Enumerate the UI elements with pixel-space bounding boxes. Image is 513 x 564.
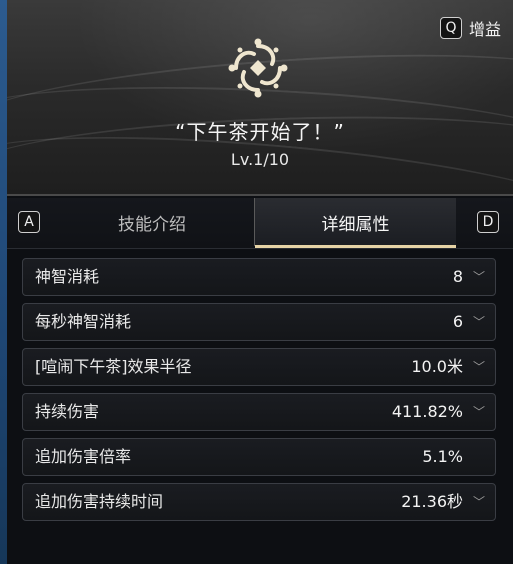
attribute-value: 21.36秒 bbox=[401, 492, 463, 511]
tab-label: 详细属性 bbox=[321, 214, 390, 235]
attribute-list: 神智消耗 8 ﹀ 每秒神智消耗 6 ﹀ [喧闹下午茶]效果半径 10.0米 ﹀ … bbox=[22, 258, 496, 528]
attribute-value: 6 bbox=[452, 312, 463, 331]
attribute-label: 追加伤害倍率 bbox=[35, 447, 132, 466]
attribute-row[interactable]: 持续伤害 411.82% ﹀ bbox=[22, 393, 496, 431]
attribute-value: 8 bbox=[452, 267, 463, 286]
attribute-value: 10.0米 bbox=[411, 357, 463, 376]
chevron-down-icon: ﹀ bbox=[472, 315, 485, 329]
chevron-down-icon: ﹀ bbox=[472, 270, 485, 284]
tab-bar: A 技能介绍 详细属性 D bbox=[7, 198, 513, 249]
tab-label: 技能介绍 bbox=[118, 214, 186, 235]
buff-button[interactable]: Q 增益 bbox=[439, 16, 501, 40]
active-tab-indicator bbox=[255, 245, 456, 248]
attribute-label: 神智消耗 bbox=[35, 267, 100, 286]
attribute-value: 5.1% bbox=[422, 447, 463, 466]
chevron-down-icon: ﹀ bbox=[472, 405, 485, 419]
tab-detailed-attributes[interactable]: 详细属性 bbox=[254, 198, 456, 248]
q-key-hint: Q bbox=[439, 17, 462, 39]
a-key-hint[interactable]: A bbox=[18, 211, 40, 233]
skill-name: “下午茶开始了！” bbox=[175, 120, 345, 144]
attribute-row[interactable]: 追加伤害持续时间 21.36秒 ﹀ bbox=[22, 483, 496, 521]
attribute-row: 追加伤害倍率 5.1% bbox=[22, 438, 496, 476]
tab-skill-intro[interactable]: 技能介绍 bbox=[52, 198, 252, 246]
attribute-label: 持续伤害 bbox=[35, 402, 100, 421]
attribute-label: [喧闹下午茶]效果半径 bbox=[35, 357, 192, 376]
skill-level: Lv.1/10 bbox=[230, 150, 290, 169]
swirl-emblem-icon bbox=[228, 38, 288, 98]
header-divider bbox=[7, 194, 513, 196]
buff-label: 增益 bbox=[468, 20, 501, 39]
chevron-down-icon: ﹀ bbox=[472, 360, 485, 374]
attribute-label: 追加伤害持续时间 bbox=[35, 492, 164, 511]
d-key-hint[interactable]: D bbox=[477, 211, 499, 233]
left-edge-strip bbox=[0, 0, 7, 564]
attribute-row[interactable]: 每秒神智消耗 6 ﹀ bbox=[22, 303, 496, 341]
attribute-value: 411.82% bbox=[391, 402, 463, 421]
attribute-label: 每秒神智消耗 bbox=[35, 312, 132, 331]
chevron-down-icon: ﹀ bbox=[472, 495, 485, 509]
attribute-row[interactable]: 神智消耗 8 ﹀ bbox=[22, 258, 496, 296]
attribute-row[interactable]: [喧闹下午茶]效果半径 10.0米 ﹀ bbox=[22, 348, 496, 386]
